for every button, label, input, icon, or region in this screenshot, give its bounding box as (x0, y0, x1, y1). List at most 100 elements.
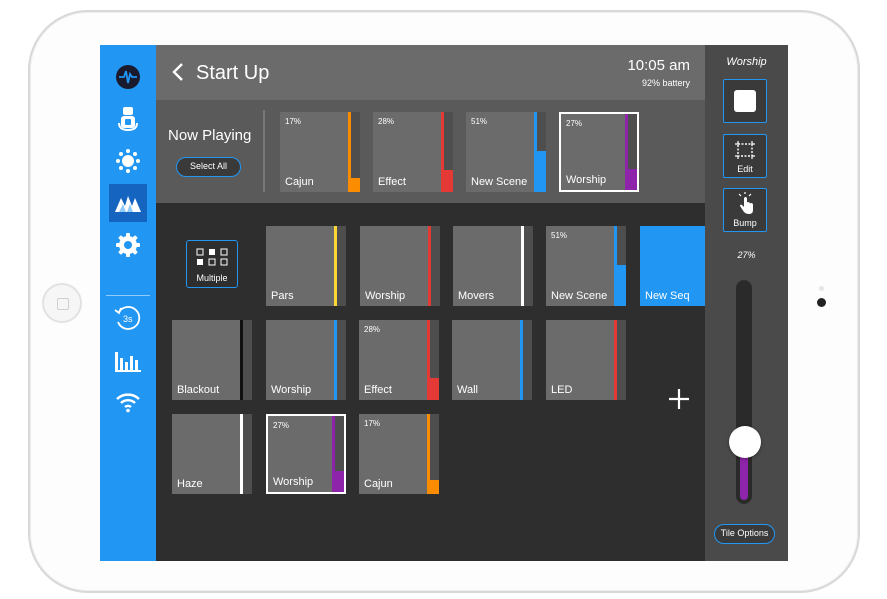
tile-level-fill (427, 377, 439, 400)
tile-name: Movers (458, 290, 495, 302)
toggle-button[interactable] (723, 79, 767, 123)
camera-icon (817, 298, 826, 307)
app-screen: 3s Start Up 10:05 am 92% battery Now Pla… (100, 45, 788, 561)
sidebar-item-network[interactable] (109, 383, 147, 421)
scene-tile[interactable]: Worship (360, 226, 440, 306)
timer-label: 3s (123, 314, 133, 324)
tile-name: Pars (271, 290, 294, 302)
scene-tile[interactable]: Pars (266, 226, 346, 306)
tile-percentage: 17% (364, 419, 381, 428)
spotlight-icon (118, 107, 138, 132)
tile-name: Wall (457, 384, 478, 396)
tile-name: Haze (177, 478, 203, 490)
edit-label: Edit (737, 164, 753, 174)
sidebar-item-brightness[interactable] (109, 142, 147, 180)
tile-percentage: 28% (378, 117, 395, 126)
tile-percentage: 27% (273, 421, 290, 430)
tile-name: Effect (364, 384, 392, 396)
scene-tile[interactable]: 17% Cajun (359, 414, 439, 494)
tile-color-stripe (240, 414, 243, 494)
sidebar-item-scenes[interactable] (109, 184, 147, 222)
toggle-square-icon (734, 90, 756, 112)
tile-name: Blackout (177, 384, 220, 396)
bump-button[interactable]: Bump (723, 188, 767, 232)
tile-name: Worship (365, 290, 406, 302)
now-playing-divider (263, 110, 265, 192)
select-all-button[interactable]: Select All (176, 157, 241, 177)
scene-tile[interactable]: 28% Effect (359, 320, 439, 400)
tile-level-fill (332, 471, 344, 492)
scene-tile[interactable]: 27% Worship (559, 112, 639, 192)
tile-color-stripe (614, 320, 617, 400)
tile-color-stripe (334, 320, 337, 400)
scene-tile[interactable]: Worship (266, 320, 346, 400)
multiple-select-button[interactable]: Multiple (186, 240, 238, 288)
sidebar-divider (106, 295, 150, 296)
battery-status: 92% battery (641, 78, 690, 88)
sidebar: 3s (100, 45, 156, 561)
timer-3s-icon: 3s (114, 306, 141, 330)
home-button[interactable] (42, 283, 82, 323)
tile-level-fill (348, 178, 360, 192)
tap-hand-icon (738, 192, 753, 214)
panel-title: Worship (726, 56, 767, 68)
wifi-icon (116, 393, 140, 413)
tile-percentage: 17% (285, 117, 302, 126)
scene-tile[interactable]: Movers (453, 226, 533, 306)
edit-button[interactable]: Edit (723, 134, 767, 178)
scene-tile[interactable]: Blackout (172, 320, 252, 400)
tile-detail-panel: Worship Edit Bump 27% Tile Options (705, 45, 788, 561)
scene-tile[interactable]: 17% Cajun (280, 112, 360, 192)
equalizer-icon (115, 352, 141, 372)
scene-tile[interactable]: LED (546, 320, 626, 400)
grid-dots-icon (196, 248, 228, 266)
mountains-icon (115, 196, 141, 212)
sidebar-item-home[interactable] (109, 58, 147, 96)
tile-name: New Scene (471, 176, 528, 188)
back-chevron-icon[interactable] (170, 61, 186, 83)
tile-level-fill (427, 480, 439, 494)
tile-color-stripe (334, 226, 337, 306)
scene-tile[interactable]: 51% New Scene (546, 226, 626, 306)
waveform-icon (116, 65, 140, 89)
tile-color-stripe (520, 320, 523, 400)
sidebar-item-fixtures[interactable] (109, 100, 147, 138)
device-sensor (819, 286, 824, 291)
now-playing-label: Now Playing (168, 127, 252, 144)
header: Start Up 10:05 am 92% battery (156, 45, 705, 100)
tile-name: Cajun (285, 176, 314, 188)
gear-icon (116, 233, 140, 257)
scene-tile[interactable]: 51% New Scene (466, 112, 546, 192)
sidebar-item-timer[interactable]: 3s (109, 299, 147, 337)
multiple-label: Multiple (196, 273, 228, 283)
tile-color-stripe (521, 226, 524, 306)
add-tile-icon[interactable] (666, 386, 692, 412)
tile-level-fill (614, 265, 626, 306)
level-percentage: 27% (737, 250, 756, 260)
scene-tile[interactable]: 27% Worship (266, 414, 346, 494)
sidebar-item-settings[interactable] (109, 226, 147, 264)
level-slider-thumb[interactable] (729, 425, 761, 458)
tile-level-fill (534, 151, 546, 192)
page-title: Start Up (196, 62, 270, 84)
scene-tile[interactable]: Haze (172, 414, 252, 494)
tile-name: Worship (566, 174, 607, 186)
bump-label: Bump (733, 218, 757, 228)
level-slider-track[interactable] (736, 280, 752, 504)
now-playing-bar: Now Playing Select All 17% Cajun 28% Effect… (156, 100, 705, 203)
tile-options-button[interactable]: Tile Options (714, 524, 775, 544)
clock-time: 10:05 am (627, 57, 690, 74)
sun-icon (116, 149, 140, 173)
tile-name: New Scene (551, 290, 608, 302)
tile-name: New Seq (645, 290, 690, 302)
scene-tile[interactable]: Wall (452, 320, 532, 400)
tile-percentage: 51% (471, 117, 488, 126)
tile-color-stripe (240, 320, 243, 400)
tile-name: LED (551, 384, 573, 396)
tile-percentage: 28% (364, 325, 381, 334)
sidebar-item-audio[interactable] (109, 341, 147, 379)
tile-color-stripe (428, 226, 431, 306)
tile-name: Worship (273, 476, 314, 488)
scene-tile[interactable]: 28% Effect (373, 112, 453, 192)
tile-level-fill (625, 169, 637, 190)
